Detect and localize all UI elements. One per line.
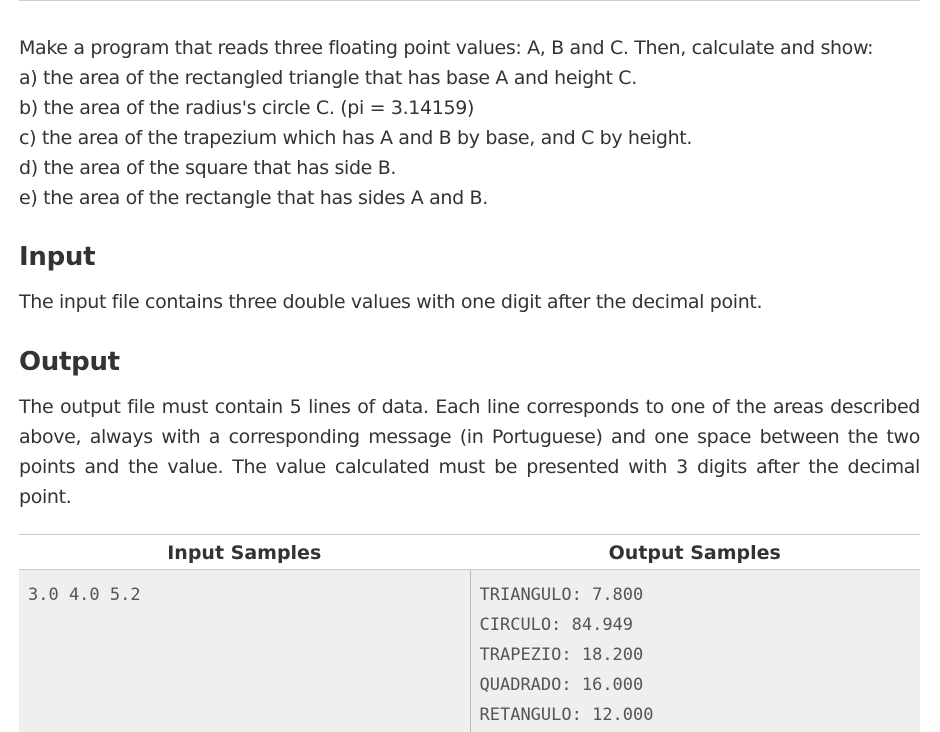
input-sample-cell[interactable]: 3.0 4.0 5.2 bbox=[19, 570, 470, 732]
description-line: a) the area of the rectangled triangle t… bbox=[19, 67, 637, 89]
input-description: The input file contains three double val… bbox=[19, 291, 763, 313]
problem-description: Make a program that reads three floating… bbox=[19, 33, 920, 213]
output-sample-line: TRAPEZIO: 18.200 bbox=[479, 645, 644, 665]
input-sample-line: 3.0 4.0 5.2 bbox=[28, 585, 141, 605]
description-line: Make a program that reads three floating… bbox=[19, 37, 874, 59]
top-divider bbox=[19, 0, 920, 1]
description-line: b) the area of the radius's circle C. (p… bbox=[19, 97, 475, 119]
samples-table: Input Samples Output Samples 3.0 4.0 5.2… bbox=[19, 534, 920, 732]
samples-body-row: 3.0 4.0 5.2 TRIANGULO: 7.800 CIRCULO: 84… bbox=[19, 570, 920, 732]
description-line: d) the area of the square that has side … bbox=[19, 157, 397, 179]
output-sample-line: RETANGULO: 12.000 bbox=[479, 705, 654, 725]
output-description: The output file must contain 5 lines of … bbox=[19, 396, 920, 508]
samples-header-row: Input Samples Output Samples bbox=[19, 535, 920, 570]
problem-statement: Make a program that reads three floating… bbox=[19, 33, 920, 508]
output-sample-line: CIRCULO: 84.949 bbox=[479, 615, 634, 635]
input-samples-header: Input Samples bbox=[167, 542, 322, 564]
output-heading: Output bbox=[19, 347, 120, 377]
output-sample-line: TRIANGULO: 7.800 bbox=[479, 585, 644, 605]
output-sample-line: QUADRADO: 16.000 bbox=[479, 675, 644, 695]
output-sample-cell[interactable]: TRIANGULO: 7.800 CIRCULO: 84.949 TRAPEZI… bbox=[469, 570, 920, 732]
output-samples-header: Output Samples bbox=[608, 542, 781, 564]
description-line: e) the area of the rectangle that has si… bbox=[19, 187, 488, 209]
description-line: c) the area of the trapezium which has A… bbox=[19, 127, 693, 149]
input-heading: Input bbox=[19, 242, 96, 272]
